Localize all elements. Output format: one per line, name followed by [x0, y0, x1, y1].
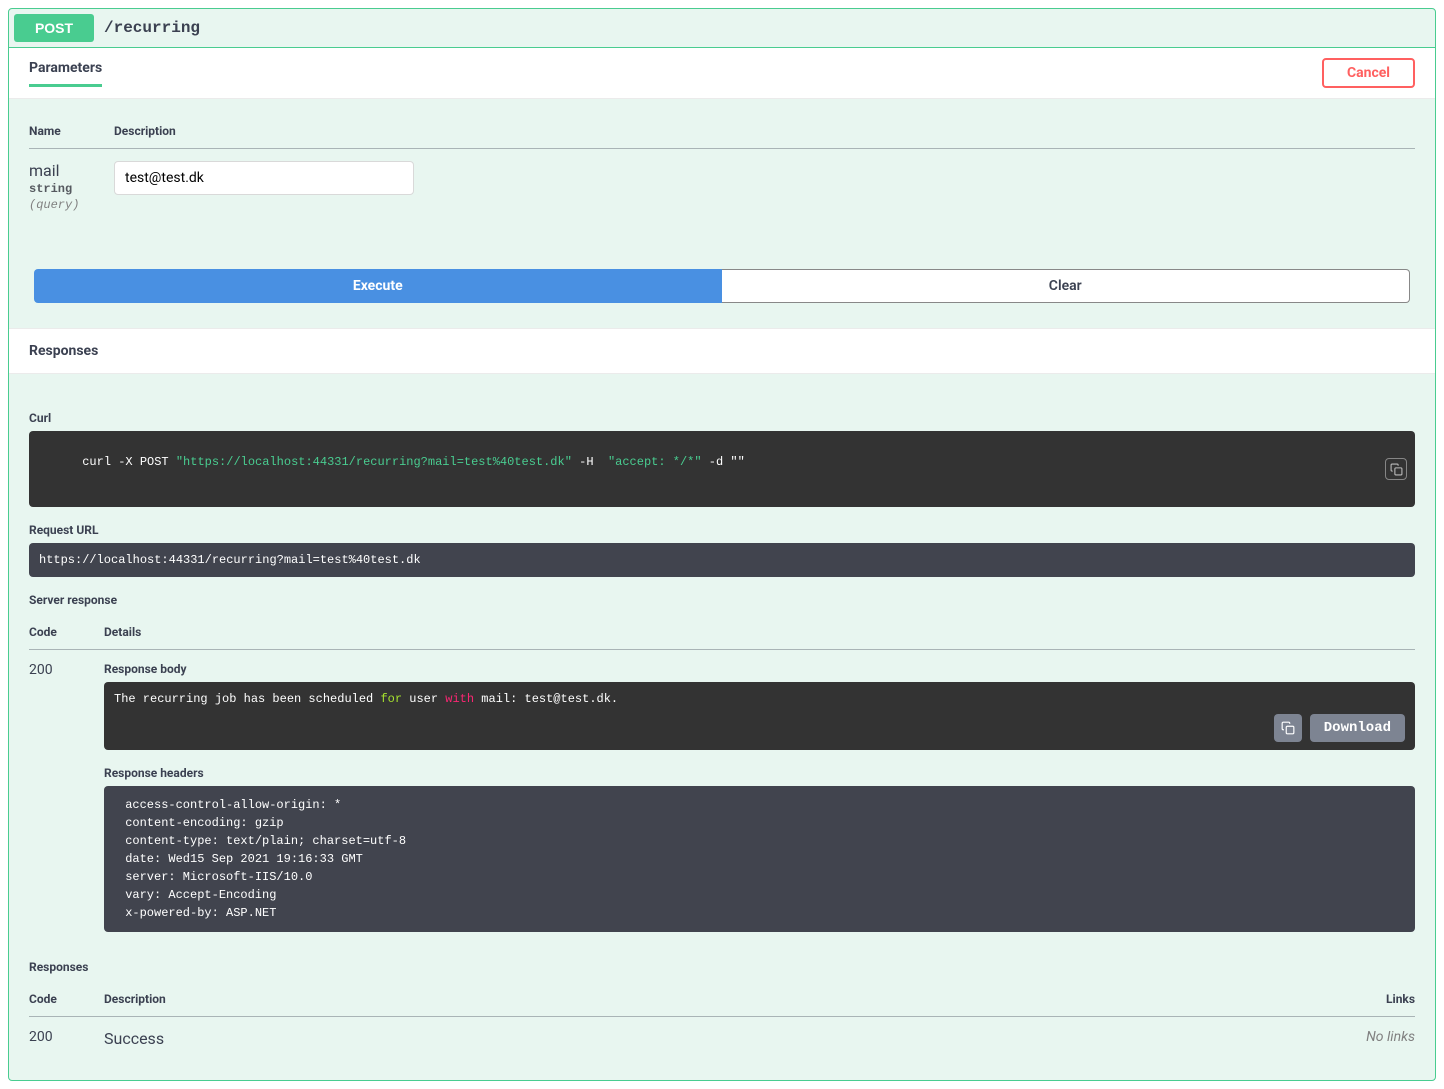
- cancel-button[interactable]: Cancel: [1322, 58, 1415, 88]
- documented-response-description: Success: [104, 1029, 164, 1048]
- operation-summary[interactable]: POST /recurring: [9, 9, 1435, 48]
- response-code: 200: [29, 650, 104, 945]
- param-in: (query): [29, 198, 114, 212]
- clipboard-icon: [1390, 463, 1403, 476]
- method-badge: POST: [14, 14, 94, 42]
- col-header-description: Description: [114, 114, 1415, 149]
- col-header-code: Code: [29, 615, 104, 650]
- col-header-links: Links: [1335, 982, 1415, 1017]
- response-body-label: Response body: [104, 662, 1415, 676]
- param-name: mail: [29, 161, 114, 180]
- curl-label: Curl: [29, 411, 1415, 425]
- curl-accept: "accept: */*": [608, 455, 702, 469]
- parameters-body: Name Description mail string (query): [9, 99, 1435, 328]
- opblock-post: POST /recurring Parameters Cancel Name D…: [8, 8, 1436, 1081]
- clear-button[interactable]: Clear: [722, 269, 1411, 303]
- server-response-table: Code Details 200 Response body The recur…: [29, 615, 1415, 944]
- responses-section-header: Responses: [9, 328, 1435, 374]
- curl-text: -d "": [702, 455, 745, 469]
- response-headers-label: Response headers: [104, 766, 1415, 780]
- col-header-name: Name: [29, 114, 114, 149]
- param-mail-input[interactable]: [114, 161, 414, 195]
- action-button-row: Execute Clear: [29, 269, 1415, 308]
- curl-text: -H: [572, 455, 608, 469]
- response-body-text: mail: test@test.dk.: [474, 692, 618, 706]
- param-type: string: [29, 182, 114, 196]
- endpoint-path: /recurring: [104, 19, 200, 37]
- download-button[interactable]: Download: [1310, 714, 1405, 742]
- col-header-code: Code: [29, 982, 104, 1017]
- responses-title: Responses: [29, 343, 98, 359]
- response-body-block: The recurring job has been scheduled for…: [104, 682, 1415, 750]
- documented-response-links: No links: [1335, 1017, 1415, 1061]
- curl-text: curl -X POST: [82, 455, 176, 469]
- execute-button[interactable]: Execute: [34, 269, 722, 303]
- documented-responses-table: Code Description Links 200 Success No li…: [29, 982, 1415, 1060]
- response-body-text: user: [402, 692, 445, 706]
- server-response-label: Server response: [29, 593, 1415, 607]
- parameters-tab[interactable]: Parameters: [29, 60, 102, 87]
- col-header-description: Description: [104, 982, 1335, 1017]
- response-body-keyword: with: [445, 692, 474, 706]
- parameter-row: mail string (query): [29, 149, 1415, 225]
- request-url-label: Request URL: [29, 523, 1415, 537]
- parameters-table: Name Description mail string (query): [29, 114, 1415, 224]
- col-header-details: Details: [104, 615, 1415, 650]
- documented-response-code: 200: [29, 1017, 104, 1061]
- clipboard-icon: [1281, 721, 1295, 735]
- copy-curl-button[interactable]: [1385, 458, 1407, 480]
- responses-body: Curl curl -X POST "https://localhost:443…: [9, 374, 1435, 1080]
- documented-response-row: 200 Success No links: [29, 1017, 1415, 1061]
- response-body-text: The recurring job has been scheduled: [114, 692, 380, 706]
- documented-responses-label: Responses: [29, 960, 1415, 974]
- parameters-header: Parameters Cancel: [9, 48, 1435, 99]
- curl-url: "https://localhost:44331/recurring?mail=…: [176, 455, 572, 469]
- curl-block: curl -X POST "https://localhost:44331/re…: [29, 431, 1415, 507]
- server-response-row: 200 Response body The recurring job has …: [29, 650, 1415, 945]
- request-url-block: https://localhost:44331/recurring?mail=t…: [29, 543, 1415, 577]
- response-body-keyword: for: [380, 692, 402, 706]
- copy-body-button[interactable]: [1274, 714, 1302, 742]
- response-headers-block: access-control-allow-origin: * content-e…: [104, 786, 1415, 932]
